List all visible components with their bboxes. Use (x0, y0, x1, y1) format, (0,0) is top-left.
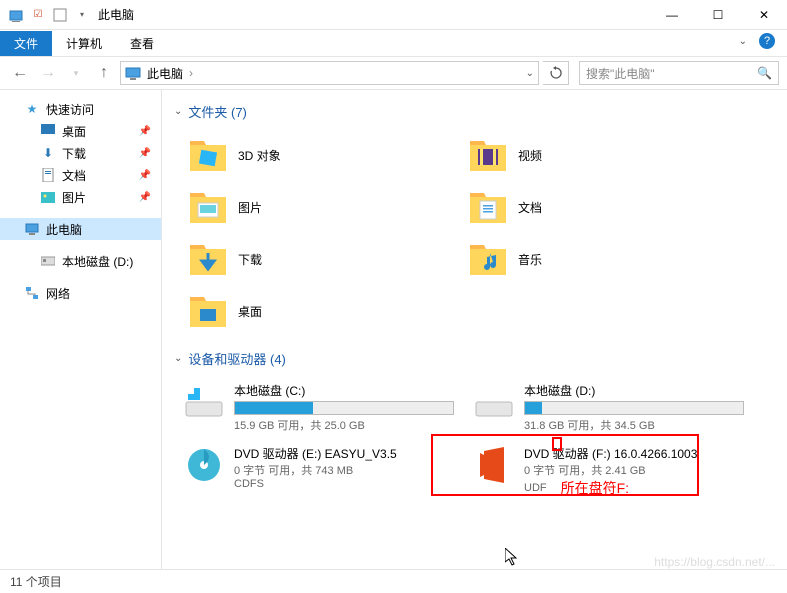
chevron-down-icon: ⌄ (174, 106, 182, 117)
folder-icon (188, 135, 228, 175)
folder-pictures[interactable]: 图片 (174, 181, 454, 233)
drive-name: 本地磁盘 (D:) (524, 382, 744, 399)
drive-d[interactable]: 本地磁盘 (D:) 31.8 GB 可用，共 34.5 GB (464, 376, 754, 439)
folders-grid: 3D 对象 视频 图片 文档 下载 音乐 (174, 129, 775, 337)
qat-properties-icon[interactable]: ☑ (30, 7, 46, 23)
cursor-icon (505, 548, 521, 568)
folder-icon (188, 239, 228, 279)
folder-documents[interactable]: 文档 (454, 181, 734, 233)
up-button[interactable]: ↑ (92, 61, 116, 85)
qat-new-icon[interactable] (52, 7, 68, 23)
network-icon (24, 285, 40, 301)
recent-dropdown-icon[interactable]: ▾ (64, 61, 88, 85)
breadcrumb-sep[interactable]: › (189, 66, 193, 80)
chevron-down-icon: ⌄ (174, 353, 182, 364)
group-header-devices[interactable]: ⌄ 设备和驱动器 (4) (174, 349, 775, 368)
close-button[interactable]: ✕ (741, 0, 787, 30)
window-title: 此电脑 (98, 6, 134, 23)
search-placeholder: 搜索"此电脑" (586, 65, 655, 82)
folder-desktop[interactable]: 桌面 (174, 285, 454, 337)
desktop-icon (40, 123, 56, 139)
disk-icon (184, 382, 224, 422)
folder-icon (468, 135, 508, 175)
navigation-bar: ← → ▾ ↑ 此电脑 › ⌄ 搜索"此电脑" 🔍 (0, 56, 787, 90)
sidebar-local-d[interactable]: 本地磁盘 (D:) (0, 250, 161, 272)
main-area: ★ 快速访问 桌面 📌 ⬇ 下载 📌 文档 📌 图片 📌 此电脑 (0, 90, 787, 569)
collapse-ribbon-icon[interactable]: ⌄ (739, 36, 747, 47)
sidebar-network[interactable]: 网络 (0, 282, 161, 304)
drive-name: 本地磁盘 (C:) (234, 382, 454, 399)
maximize-button[interactable]: ☐ (695, 0, 741, 30)
navigation-pane: ★ 快速访问 桌面 📌 ⬇ 下载 📌 文档 📌 图片 📌 此电脑 (0, 90, 162, 569)
pin-icon: 📌 (139, 170, 151, 181)
annotation-marker (552, 437, 562, 451)
folder-icon (468, 239, 508, 279)
watermark: https://blog.csdn.net/... (654, 555, 775, 569)
title-bar: ☑ ▾ 此电脑 — ☐ ✕ (0, 0, 787, 30)
folder-icon (188, 291, 228, 331)
pin-icon: 📌 (139, 192, 151, 203)
drive-c[interactable]: 本地磁盘 (C:) 15.9 GB 可用，共 25.0 GB (174, 376, 464, 439)
breadcrumb-location[interactable]: 此电脑 (147, 65, 183, 82)
back-button[interactable]: ← (8, 61, 32, 85)
download-icon: ⬇ (40, 145, 56, 161)
star-icon: ★ (24, 101, 40, 117)
search-input[interactable]: 搜索"此电脑" 🔍 (579, 61, 779, 85)
folder-3d-objects[interactable]: 3D 对象 (174, 129, 454, 181)
forward-button[interactable]: → (36, 61, 60, 85)
drive-e[interactable]: DVD 驱动器 (E:) EASYU_V3.5 0 字节 可用，共 743 MB… (174, 439, 464, 504)
drive-meta: 0 字节 可用，共 743 MB (234, 462, 454, 478)
pin-icon: 📌 (139, 126, 151, 137)
drive-usage-bar (524, 401, 744, 415)
tab-file[interactable]: 文件 (0, 31, 52, 56)
drive-fs: CDFS (234, 478, 454, 490)
address-bar[interactable]: 此电脑 › ⌄ (120, 61, 539, 85)
status-item-count: 11 个项目 (10, 573, 62, 590)
sidebar-quick-access[interactable]: ★ 快速访问 (0, 98, 161, 120)
sidebar-this-pc[interactable]: 此电脑 (0, 218, 161, 240)
dvd-icon (184, 445, 224, 485)
minimize-button[interactable]: — (649, 0, 695, 30)
drive-meta: 15.9 GB 可用，共 25.0 GB (234, 417, 454, 433)
address-dropdown-icon[interactable]: ⌄ (526, 68, 534, 79)
quick-access-toolbar: ☑ ▾ (0, 7, 90, 23)
disk-icon (474, 382, 514, 422)
drive-name: DVD 驱动器 (E:) EASYU_V3.5 (234, 445, 454, 462)
ribbon-tabs: 文件 计算机 查看 ⌄ ? (0, 30, 787, 56)
status-bar: 11 个项目 (0, 569, 787, 593)
this-pc-icon (125, 65, 141, 81)
window-controls: — ☐ ✕ (649, 0, 787, 30)
folder-icon (468, 187, 508, 227)
folder-downloads[interactable]: 下载 (174, 233, 454, 285)
folder-videos[interactable]: 视频 (454, 129, 734, 181)
search-icon[interactable]: 🔍 (757, 66, 772, 80)
drive-usage-bar (234, 401, 454, 415)
annotation-box (431, 434, 699, 496)
pin-icon: 📌 (139, 148, 151, 159)
drive-icon (40, 253, 56, 269)
sidebar-downloads[interactable]: ⬇ 下载 📌 (0, 142, 161, 164)
sidebar-desktop[interactable]: 桌面 📌 (0, 120, 161, 142)
group-header-folders[interactable]: ⌄ 文件夹 (7) (174, 102, 775, 121)
document-icon (40, 167, 56, 183)
this-pc-icon (24, 221, 40, 237)
sidebar-documents[interactable]: 文档 📌 (0, 164, 161, 186)
qat-dropdown-icon[interactable]: ▾ (74, 7, 90, 23)
app-icon (8, 7, 24, 23)
help-icon[interactable]: ? (759, 33, 775, 49)
tab-computer[interactable]: 计算机 (52, 31, 116, 56)
content-pane: ⌄ 文件夹 (7) 3D 对象 视频 图片 文档 下载 (162, 90, 787, 569)
folder-music[interactable]: 音乐 (454, 233, 734, 285)
sidebar-pictures[interactable]: 图片 📌 (0, 186, 161, 208)
refresh-button[interactable] (543, 61, 569, 85)
picture-icon (40, 189, 56, 205)
tab-view[interactable]: 查看 (116, 31, 168, 56)
drive-meta: 31.8 GB 可用，共 34.5 GB (524, 417, 744, 433)
folder-icon (188, 187, 228, 227)
